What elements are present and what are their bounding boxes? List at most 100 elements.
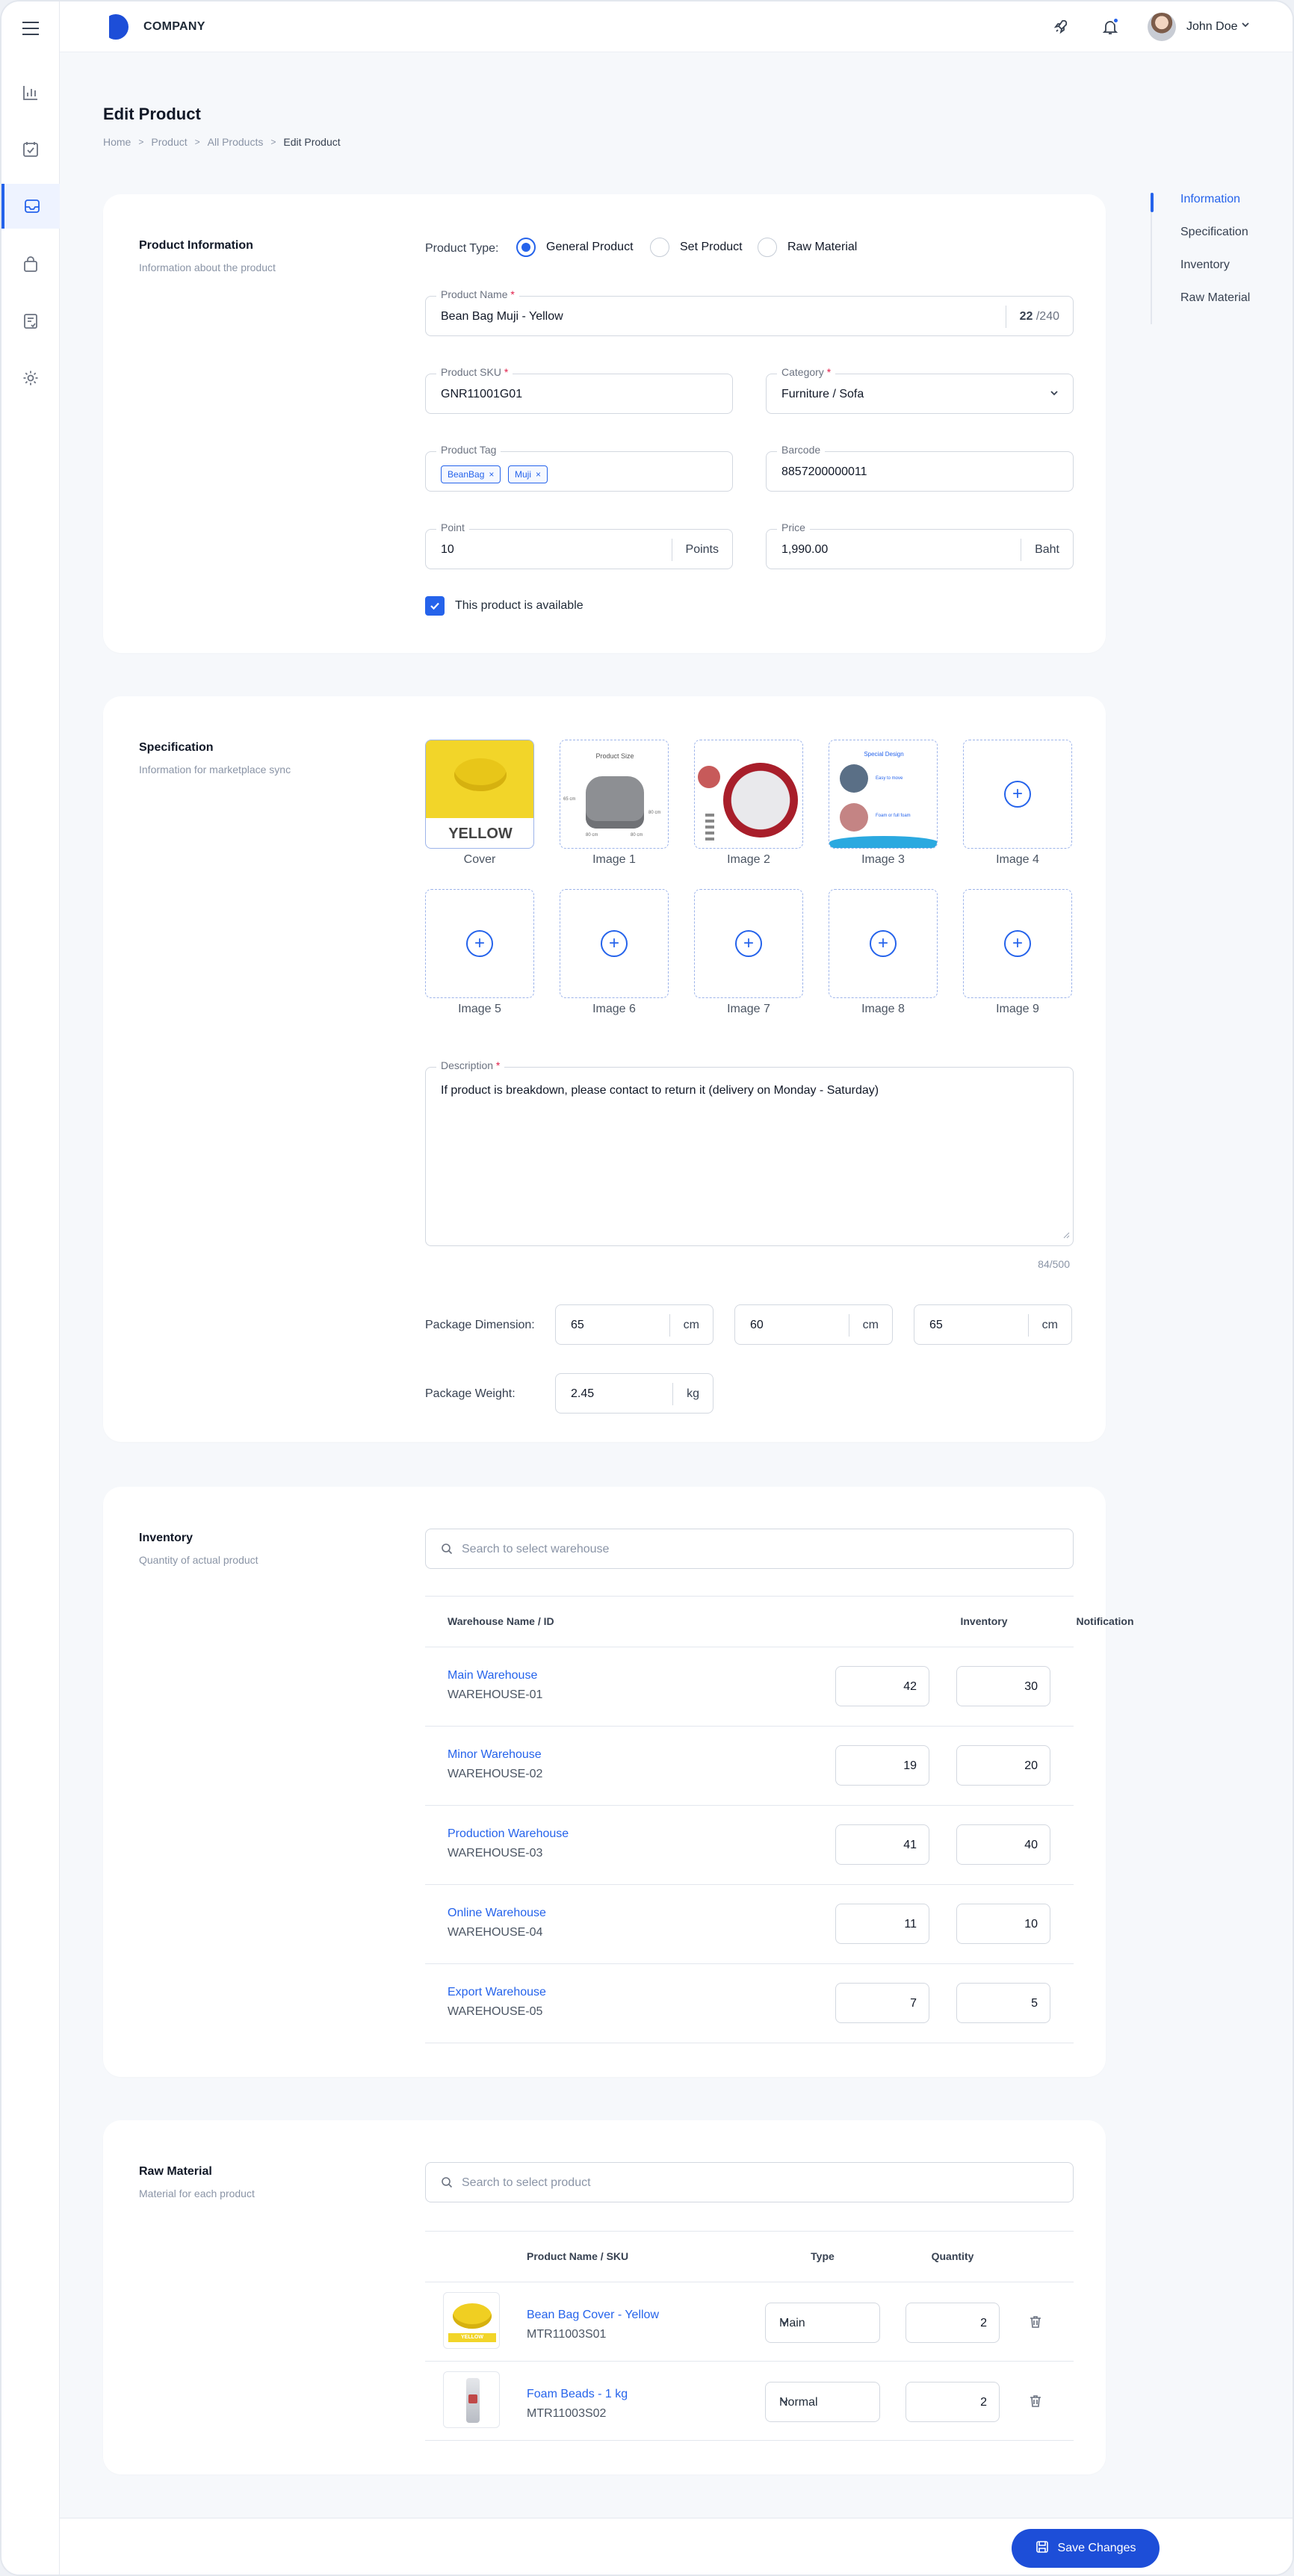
breadcrumb-all-products[interactable]: All Products: [208, 136, 264, 148]
quantity-input[interactable]: 2: [906, 2303, 1000, 2343]
trash-icon[interactable]: [1028, 2315, 1043, 2333]
radio-general-product[interactable]: General Product: [516, 238, 634, 257]
gear-icon[interactable]: [1, 356, 60, 400]
plus-icon: +: [870, 930, 897, 957]
image-slot-9[interactable]: +: [963, 889, 1072, 998]
avatar[interactable]: [1148, 13, 1176, 41]
tag-chip[interactable]: BeanBag ×: [441, 465, 501, 483]
section-subtitle: Information for marketplace sync: [139, 764, 291, 775]
quantity-input[interactable]: 2: [906, 2382, 1000, 2422]
field-label: Product Name *: [436, 288, 519, 300]
tag-label: BeanBag: [448, 469, 485, 480]
image-slot-2[interactable]: [694, 740, 803, 849]
user-name[interactable]: John Doe: [1186, 20, 1238, 34]
divider: [425, 2361, 1074, 2362]
cover-image[interactable]: YELLOW: [425, 740, 534, 849]
image-slot-6[interactable]: +: [560, 889, 669, 998]
warehouse-name-link[interactable]: Minor Warehouse: [448, 1748, 542, 1762]
image-caption: Image 1: [592, 853, 636, 866]
inventory-input[interactable]: 41: [835, 1824, 929, 1865]
label-text: Category: [781, 366, 824, 378]
close-icon[interactable]: ×: [489, 469, 494, 480]
image-caption: Image 3: [861, 853, 905, 866]
toc-specification[interactable]: Specification: [1152, 226, 1250, 258]
toc-information[interactable]: Information: [1151, 193, 1250, 226]
bell-icon[interactable]: [1100, 16, 1121, 37]
radio-label: General Product: [546, 241, 634, 253]
image-slot-5[interactable]: +: [425, 889, 534, 998]
dimension-height-field[interactable]: 65 cm: [914, 1304, 1072, 1345]
point-field[interactable]: Point 10 Points: [425, 521, 733, 569]
inventory-input[interactable]: 19: [835, 1745, 929, 1786]
field-value: 10: [441, 543, 454, 556]
notification-input[interactable]: 40: [956, 1824, 1050, 1865]
type-select[interactable]: Normal: [765, 2382, 880, 2422]
radio-circle: [516, 238, 536, 257]
image-slot-7[interactable]: +: [694, 889, 803, 998]
menu-icon[interactable]: [1, 6, 60, 51]
plus-icon: +: [601, 930, 628, 957]
breadcrumb-product[interactable]: Product: [151, 136, 187, 148]
image-slot-8[interactable]: +: [829, 889, 938, 998]
image-slot-3[interactable]: Special Design Easy to move Foam or full…: [829, 740, 938, 849]
section-title: Specification: [139, 741, 214, 754]
dimension-length-field[interactable]: 65 cm: [555, 1304, 713, 1345]
warehouse-name-link[interactable]: Production Warehouse: [448, 1827, 569, 1841]
available-checkbox[interactable]: This product is available: [425, 596, 583, 616]
toc-raw-material[interactable]: Raw Material: [1152, 291, 1250, 324]
type-select[interactable]: Main: [765, 2303, 880, 2343]
chevron-down-icon[interactable]: [1240, 19, 1251, 34]
rocket-icon[interactable]: [1050, 16, 1071, 37]
package-weight-field[interactable]: 2.45 kg: [555, 1373, 713, 1414]
breadcrumb-home[interactable]: Home: [103, 136, 131, 148]
inventory-input[interactable]: 42: [835, 1666, 929, 1706]
notification-input[interactable]: 20: [956, 1745, 1050, 1786]
warehouse-name-link[interactable]: Main Warehouse: [448, 1669, 537, 1682]
product-name-link[interactable]: Bean Bag Cover - Yellow: [527, 2309, 659, 2322]
product-search-input[interactable]: Search to select product: [425, 2162, 1074, 2202]
image-slot-4[interactable]: +: [963, 740, 1072, 849]
tag-chip[interactable]: Muji ×: [508, 465, 548, 483]
chart-icon[interactable]: [1, 70, 60, 115]
warehouse-search-input[interactable]: Search to select warehouse: [425, 1529, 1074, 1569]
column-header: Warehouse Name / ID: [448, 1615, 554, 1627]
inventory-input[interactable]: 7: [835, 1983, 929, 2023]
resize-handle-icon[interactable]: [1062, 1229, 1070, 1242]
dimension-width-field[interactable]: 60 cm: [734, 1304, 893, 1345]
product-name-field[interactable]: Product Name * Bean Bag Muji - Yellow 22…: [425, 288, 1074, 336]
product-thumbnail: YELLOW: [443, 2292, 500, 2349]
close-icon[interactable]: ×: [536, 469, 541, 480]
product-sku-field[interactable]: Product SKU * GNR11001G01: [425, 366, 733, 414]
notification-input[interactable]: 10: [956, 1904, 1050, 1944]
report-icon[interactable]: [1, 299, 60, 344]
trash-icon[interactable]: [1028, 2394, 1043, 2412]
price-field[interactable]: Price 1,990.00 Baht: [766, 521, 1074, 569]
notification-input[interactable]: 5: [956, 1983, 1050, 2023]
image-slot-1[interactable]: Product Size 65 cm 80 cm 80 cm 80 cm: [560, 740, 669, 849]
char-counter: 22 /240: [1005, 306, 1073, 328]
notification-input[interactable]: 30: [956, 1666, 1050, 1706]
warehouse-id: WAREHOUSE-01: [448, 1688, 543, 1701]
warehouse-id: WAREHOUSE-02: [448, 1768, 543, 1780]
category-select[interactable]: Category * Furniture / Sofa: [766, 366, 1074, 414]
section-title: Inventory: [139, 1532, 194, 1544]
inbox-icon[interactable]: [1, 184, 60, 229]
radio-raw-material[interactable]: Raw Material: [758, 238, 857, 257]
warehouse-name-link[interactable]: Online Warehouse: [448, 1907, 546, 1920]
product-tag-field[interactable]: Product Tag BeanBag × Muji ×: [425, 444, 733, 492]
image3-caption: Special Design: [864, 751, 904, 758]
toc-inventory[interactable]: Inventory: [1152, 258, 1250, 291]
char-count: 22: [1019, 310, 1033, 323]
bag-icon[interactable]: [1, 242, 60, 287]
beanbag-shape: [453, 2303, 492, 2329]
warehouse-name-link[interactable]: Export Warehouse: [448, 1986, 546, 1999]
radio-set-product[interactable]: Set Product: [650, 238, 743, 257]
checklist-icon[interactable]: [1, 127, 60, 172]
save-changes-button[interactable]: Save Changes: [1012, 2529, 1160, 2568]
inventory-input[interactable]: 11: [835, 1904, 929, 1944]
product-name-link[interactable]: Foam Beads - 1 kg: [527, 2388, 628, 2401]
barcode-field[interactable]: Barcode 8857200000011: [766, 444, 1074, 492]
description-textarea[interactable]: Description * If product is breakdown, p…: [425, 1059, 1074, 1246]
dim-label: 80 cm: [631, 833, 643, 837]
fabric-detail-circle: [723, 763, 798, 837]
